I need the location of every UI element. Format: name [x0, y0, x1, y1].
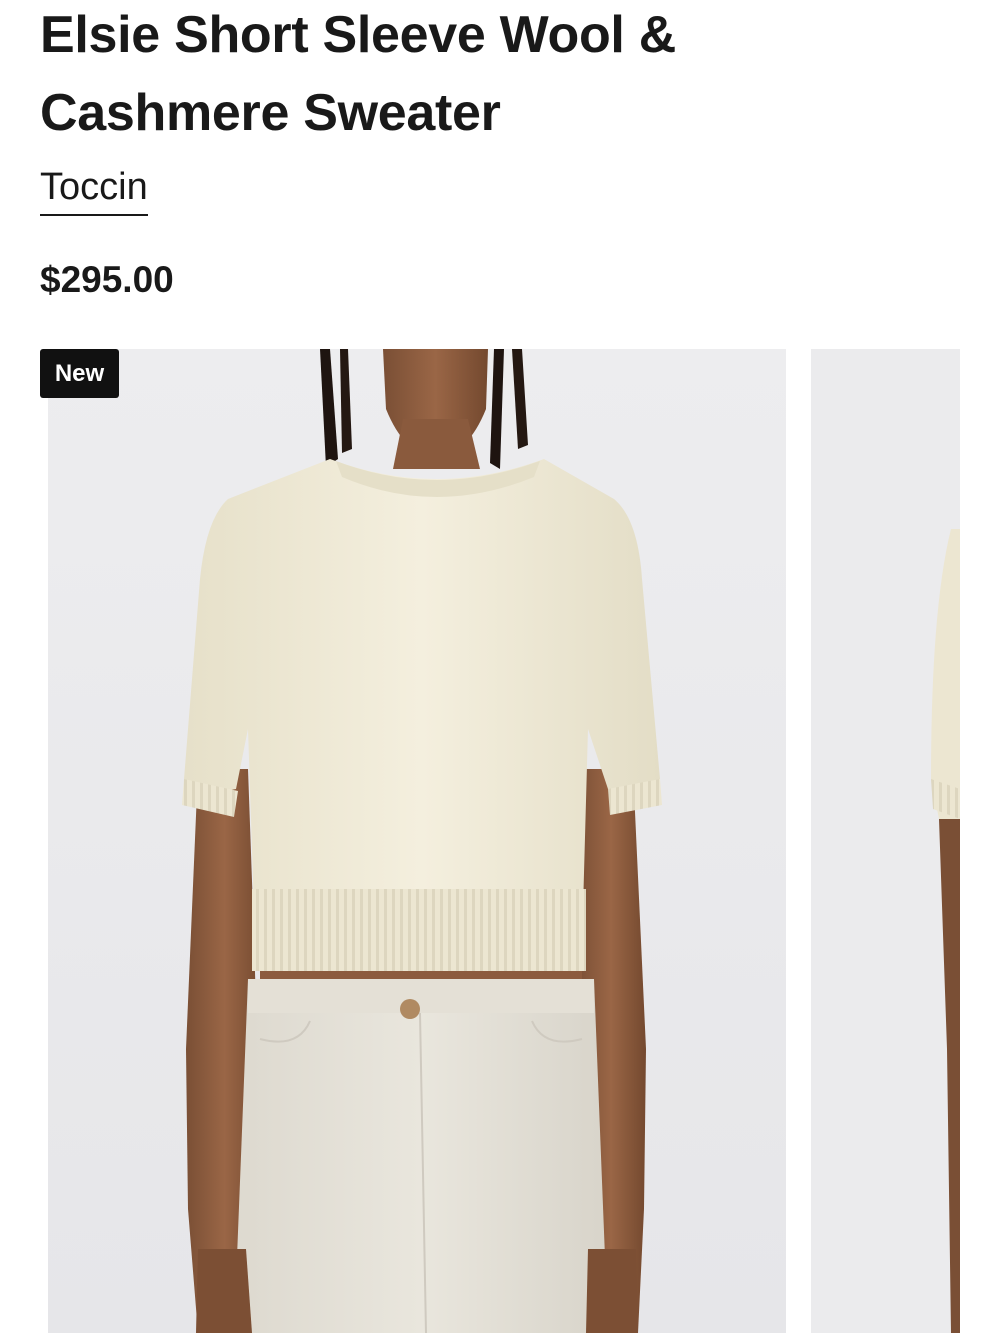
product-title: Elsie Short Sleeve Wool & Cashmere Sweat…	[40, 6, 676, 142]
new-badge: New	[40, 349, 119, 398]
model-photo	[48, 349, 786, 1333]
image-carousel[interactable]	[0, 349, 1000, 1333]
product-image-1[interactable]	[48, 349, 786, 1333]
brand-link[interactable]: Toccin	[40, 163, 148, 216]
product-price: $295.00	[40, 259, 174, 300]
product-image-2[interactable]	[811, 349, 960, 1333]
model-photo-partial	[811, 349, 960, 1333]
product-detail-page: Elsie Short Sleeve Wool & Cashmere Sweat…	[0, 0, 1000, 1333]
